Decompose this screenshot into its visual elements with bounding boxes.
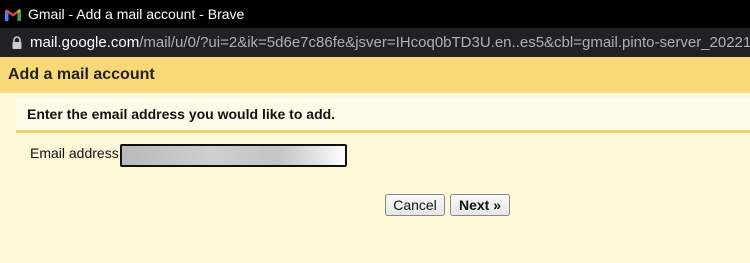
dialog-title: Add a mail account [8,66,155,83]
next-button[interactable]: Next » [450,194,510,216]
address-bar[interactable]: mail.google.com/mail/u/0/?ui=2&ik=5d6e7c… [0,28,750,57]
window-title: Gmail - Add a mail account - Brave [28,6,245,22]
gmail-icon [5,8,21,21]
url-host: mail.google.com [30,34,140,51]
instruction-box: Enter the email address you would like t… [16,97,750,133]
lock-icon[interactable] [12,36,22,49]
dialog-body: Enter the email address you would like t… [0,93,750,263]
url-path: /mail/u/0/?ui=2&ik=5d6e7c86fe&jsver=IHco… [139,34,750,51]
cancel-button[interactable]: Cancel [385,194,445,216]
email-label: Email address: [30,145,123,161]
dialog-header: Add a mail account [0,57,750,93]
email-input[interactable] [120,144,347,167]
window-titlebar: Gmail - Add a mail account - Brave [0,0,750,28]
instruction-text: Enter the email address you would like t… [27,105,336,122]
